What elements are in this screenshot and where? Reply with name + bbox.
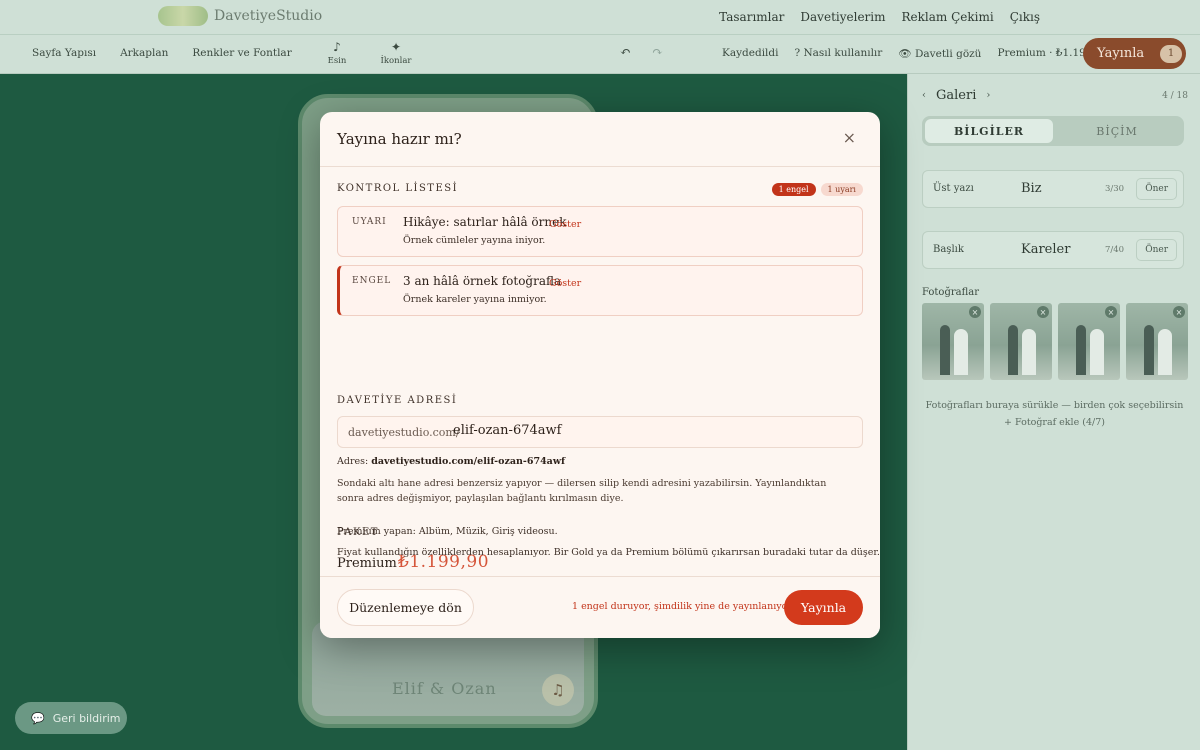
package-desc: Premium yapan: Albüm, Müzik, Giriş video… <box>337 526 558 537</box>
section-counter: 4 / 18 <box>1162 91 1188 101</box>
nav-designs[interactable]: Tasarımlar <box>719 10 784 24</box>
feedback-label: Geri bildirim <box>52 711 121 725</box>
field-overline-count: 3/30 <box>1105 184 1125 194</box>
publish-top-button[interactable]: Yayınla 1 <box>1083 38 1186 69</box>
tool-icons[interactable]: ✦ İkonlar <box>376 40 416 66</box>
photo-figure <box>1076 325 1086 375</box>
tool-icons-label: İkonlar <box>380 56 412 66</box>
photo-figure <box>1144 325 1154 375</box>
field-overline-suggest-button[interactable]: Öner <box>1136 178 1177 200</box>
brand-logo-icon <box>158 6 208 26</box>
field-overline-label: Üst yazı <box>933 183 974 194</box>
chat-bubble-icon: 💬 <box>31 711 45 725</box>
tool-inspiration[interactable]: ♪ Esin <box>317 40 357 66</box>
field-title-label: Başlık <box>933 244 964 255</box>
add-photo-button[interactable]: + Fotoğraf ekle (4/7) <box>908 414 1200 431</box>
chevron-right-icon[interactable]: › <box>986 90 990 101</box>
top-bar: DavetiyeStudio Tasarımlar Davetiyelerim … <box>0 0 1200 35</box>
field-overline-value[interactable]: Biz <box>1021 181 1042 196</box>
photo-figure <box>954 329 968 375</box>
publish-button[interactable]: Yayınla <box>784 590 863 625</box>
nav-my-invitations[interactable]: Davetiyelerim <box>800 10 885 24</box>
nav-ad-shoot[interactable]: Reklam Çekimi <box>902 10 994 24</box>
couple-name: Elif & Ozan <box>392 679 497 698</box>
photo-figure <box>1022 329 1036 375</box>
brand-name: DavetiyeStudio <box>214 8 323 24</box>
field-title-value[interactable]: Kareler <box>1021 242 1070 257</box>
editor-toolbar: Sayfa Yapısı Arkaplan Renkler ve Fontlar… <box>0 35 1200 74</box>
photo-figure <box>1158 329 1172 375</box>
publish-dialog: Yayına hazır mı? × KONTROL LİSTESİ 1 eng… <box>320 112 880 638</box>
dialog-footer: Düzenlemeye dön 1 engel duruyor, şimdili… <box>320 576 880 638</box>
top-nav: Tasarımlar Davetiyelerim Reklam Çekimi Ç… <box>719 10 1040 24</box>
package-note: Fiyat kullandığın özelliklerden hesaplan… <box>337 547 880 558</box>
close-icon[interactable]: × <box>969 306 981 318</box>
photo-figure <box>940 325 950 375</box>
close-icon[interactable]: × <box>1037 306 1049 318</box>
photo-figure <box>1090 329 1104 375</box>
field-title-suggest-button[interactable]: Öner <box>1136 239 1177 261</box>
panel-header: ‹ Galeri › <box>922 88 990 103</box>
toolbar-background[interactable]: Arkaplan <box>120 47 168 59</box>
close-icon[interactable]: × <box>1105 306 1117 318</box>
undo-icon[interactable]: ↶ <box>620 45 631 60</box>
tab-style[interactable]: BİÇİM <box>1053 119 1181 143</box>
toolbar-page-layout[interactable]: Sayfa Yapısı <box>32 47 96 59</box>
drop-hint-text: Fotoğrafları buraya sürükle — birden çok… <box>925 400 1184 411</box>
guest-view-button[interactable]: 👁 Davetli gözü <box>898 47 981 60</box>
back-to-edit-button[interactable]: Düzenlemeye dön <box>337 589 474 626</box>
chevron-left-icon[interactable]: ‹ <box>922 90 926 101</box>
feedback-button[interactable]: 💬 Geri bildirim <box>15 702 127 734</box>
tab-info[interactable]: BİLGİLER <box>925 119 1053 143</box>
redo-icon[interactable]: ↷ <box>652 45 663 60</box>
field-title-count: 7/40 <box>1105 245 1125 255</box>
photo-grid: × × × × <box>922 303 1188 380</box>
brand[interactable]: DavetiyeStudio <box>158 6 322 26</box>
photos-label: Fotoğraflar <box>922 287 980 298</box>
toolbar-colors-fonts[interactable]: Renkler ve Fontlar <box>192 47 291 59</box>
help-link[interactable]: ? Nasıl kullanılır <box>795 47 883 60</box>
block-warning-text: 1 engel duruyor, şimdilik yine de yayınl… <box>572 601 792 612</box>
properties-panel: ‹ Galeri › 4 / 18 BİLGİLER BİÇİM Üst yaz… <box>907 74 1200 750</box>
field-overline[interactable]: Üst yazı Biz 3/30 Öner <box>922 170 1184 208</box>
save-status: Kaydedildi <box>722 47 779 59</box>
photo-drop-zone[interactable]: Fotoğrafları buraya sürükle — birden çok… <box>908 397 1200 431</box>
music-toggle-icon[interactable]: ♫ <box>542 674 574 706</box>
photo-thumb[interactable]: × <box>1058 303 1120 380</box>
dialog-package-area: Premium yapan: Albüm, Müzik, Giriş video… <box>320 112 880 576</box>
photo-thumb[interactable]: × <box>922 303 984 380</box>
close-icon[interactable]: × <box>1173 306 1185 318</box>
panel-tabs: BİLGİLER BİÇİM <box>922 116 1184 146</box>
field-title[interactable]: Başlık Kareler 7/40 Öner <box>922 231 1184 269</box>
publish-top-label: Yayınla <box>1097 46 1145 61</box>
nav-logout[interactable]: Çıkış <box>1010 10 1040 24</box>
sparkle-icon: ✦ <box>390 40 402 54</box>
panel-section-title: Galeri <box>936 88 977 103</box>
photo-thumb[interactable]: × <box>990 303 1052 380</box>
music-note-icon: ♪ <box>333 40 341 54</box>
photo-thumb[interactable]: × <box>1126 303 1188 380</box>
photo-figure <box>1008 325 1018 375</box>
tool-inspiration-label: Esin <box>327 56 347 66</box>
publish-issue-count: 1 <box>1160 44 1183 63</box>
